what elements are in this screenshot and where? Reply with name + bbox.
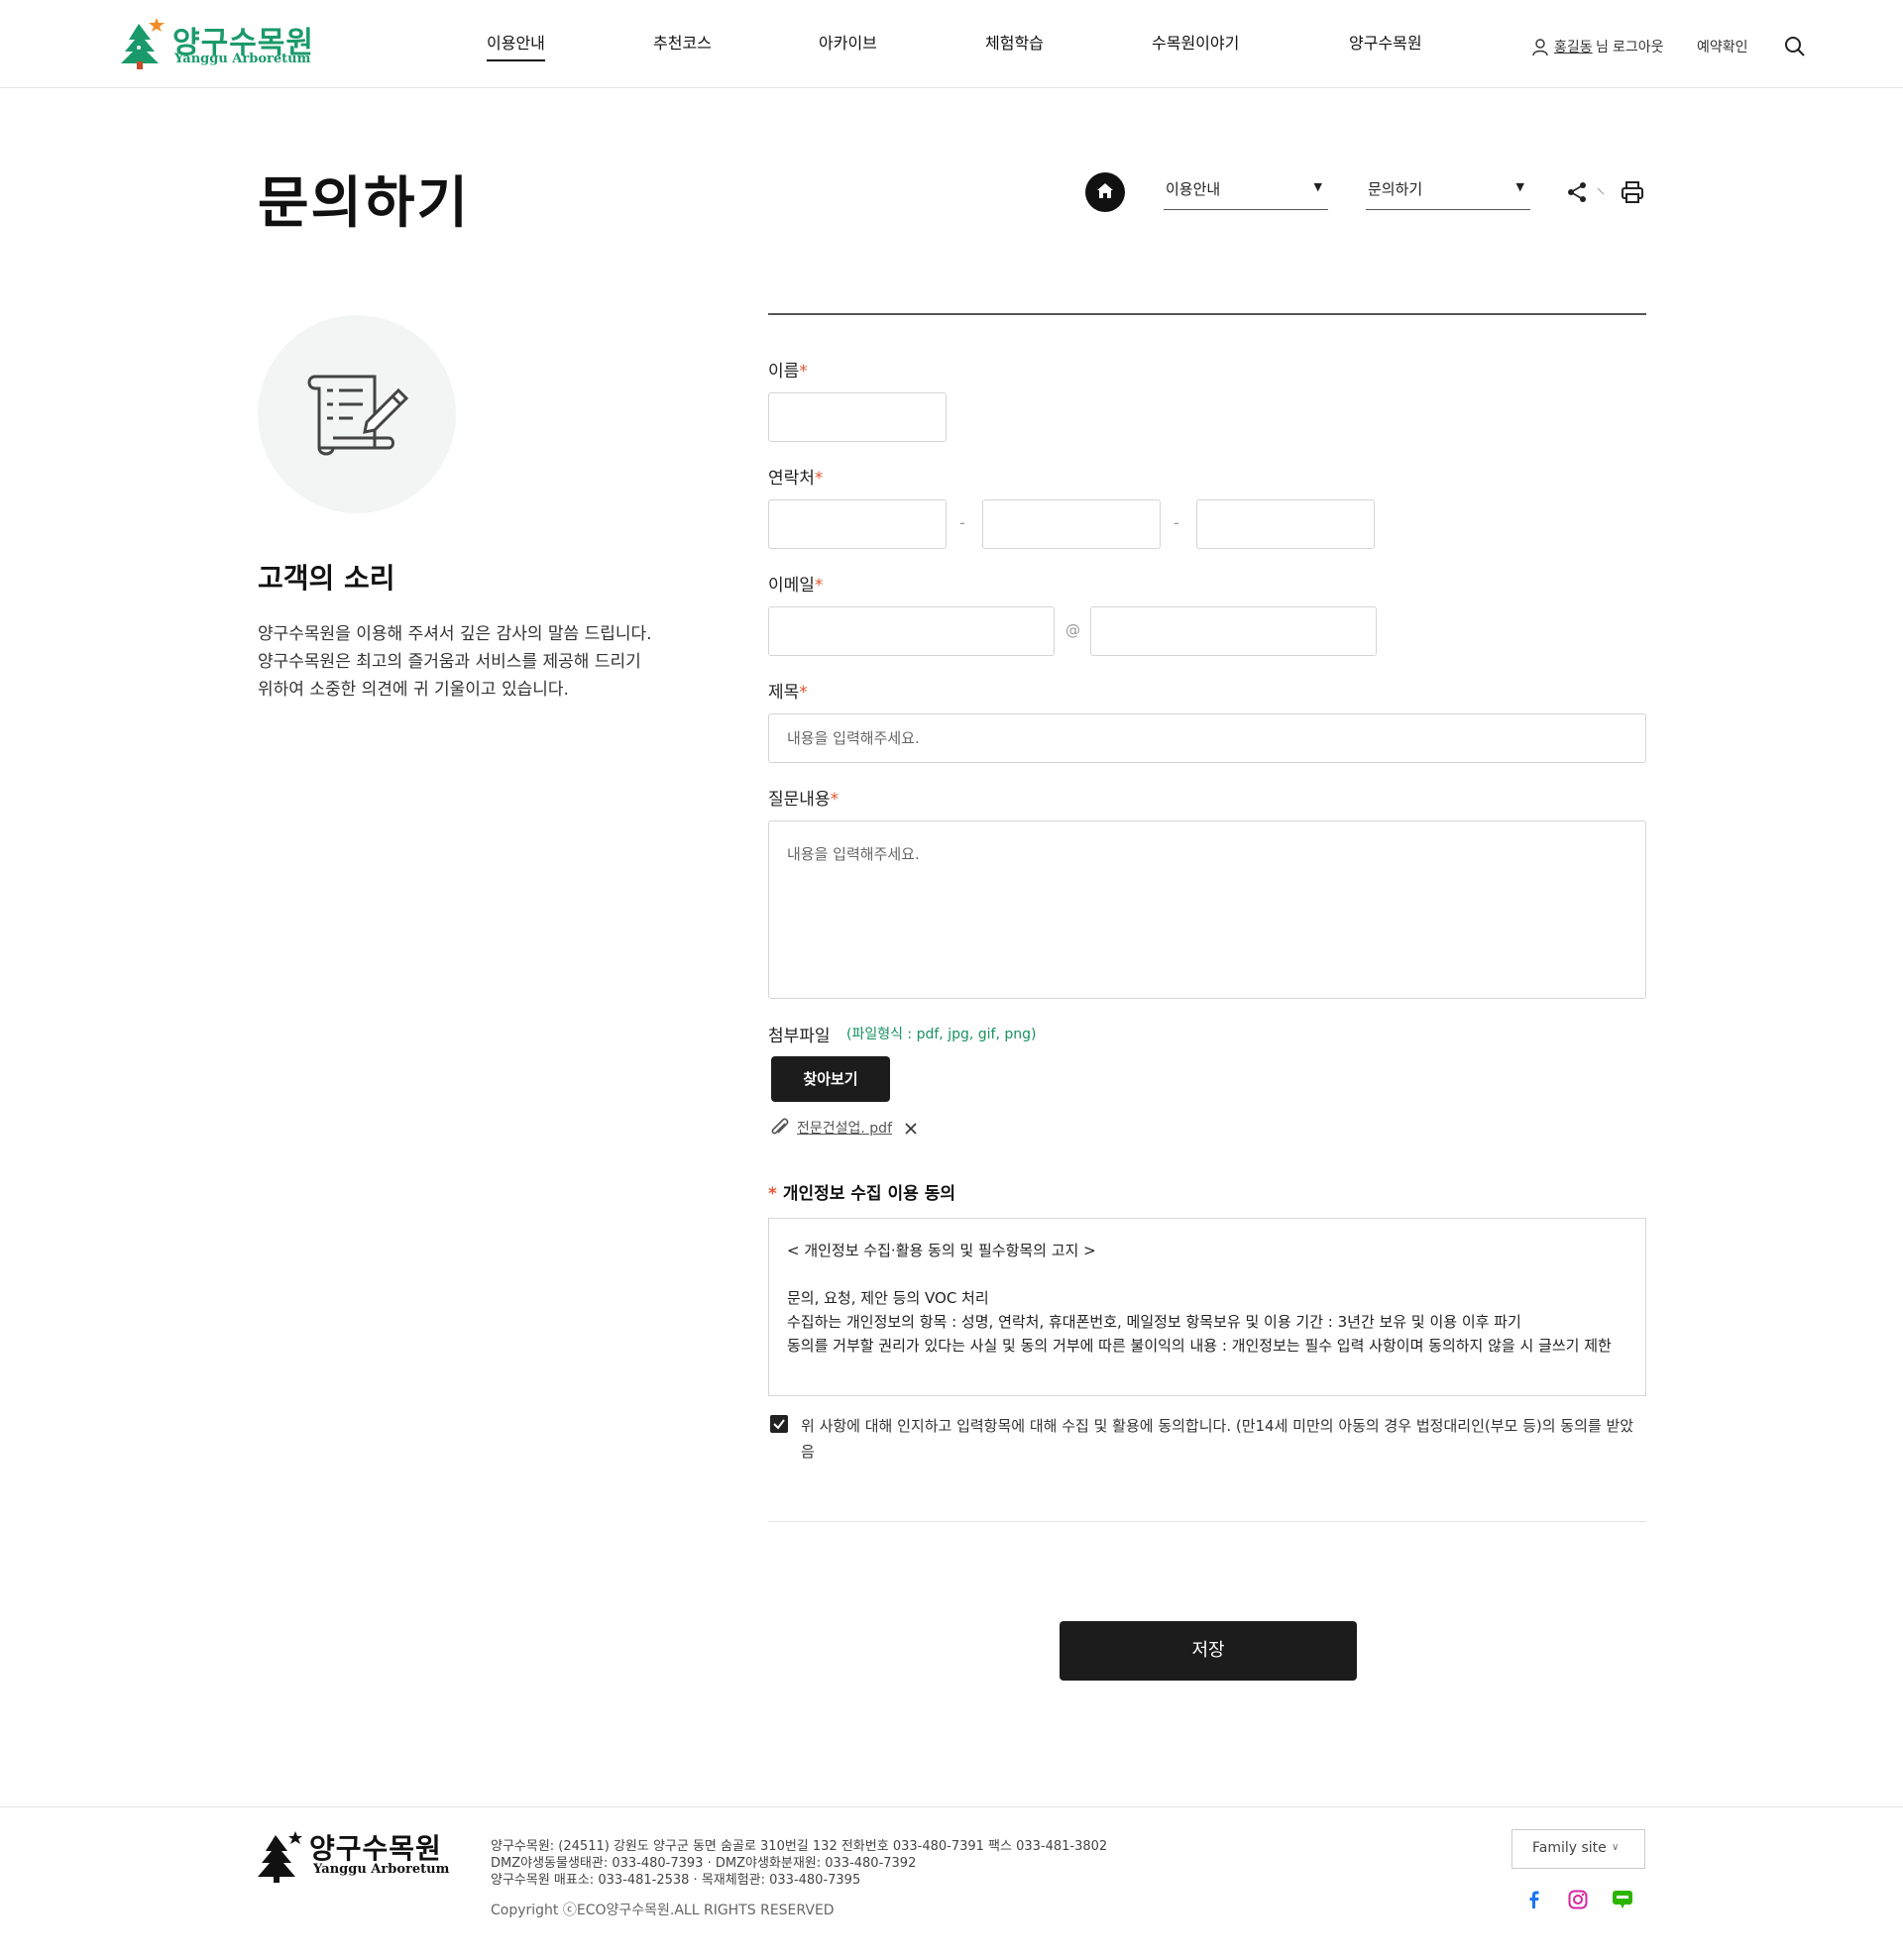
browse-button[interactable]: 찾아보기 (771, 1056, 890, 1102)
phone-input-3[interactable] (1196, 499, 1375, 549)
copyright: Copyright ⓒECO양구수목원.ALL RIGHTS RESERVED (491, 1903, 835, 1918)
family-site-label: Family site (1532, 1840, 1607, 1856)
paperclip-icon (771, 1118, 789, 1135)
facebook-icon[interactable] (1524, 1890, 1544, 1909)
email-id-input[interactable] (768, 606, 1055, 656)
page-title: 문의하기 (258, 171, 471, 236)
voice-desc-line: 위하여 소중한 의견에 귀 기울이고 있습니다. (258, 680, 569, 700)
user-icon (1532, 39, 1548, 56)
logout-link[interactable]: 로그아웃 (1613, 37, 1664, 56)
privacy-consent-title-text: 개인정보 수집 이용 동의 (782, 1184, 955, 1204)
agree-text: 위 사항에 대해 인지하고 입력항목에 대해 수집 및 활용에 동의합니다. (… (801, 1417, 1634, 1461)
attached-file-name[interactable]: 전문건설업. pdf (797, 1118, 892, 1138)
user-name[interactable]: 홍길동 (1554, 37, 1593, 56)
breadcrumb-depth2-label: 문의하기 (1368, 180, 1423, 198)
family-site-select[interactable]: Family site ∨ (1511, 1829, 1645, 1869)
voice-desc-line: 양구수목원은 최고의 즐거움과 서비스를 제공해 드리기 (258, 652, 641, 672)
search-icon[interactable] (1784, 36, 1806, 57)
privacy-line: 동의를 거부할 권리가 있다는 사실 및 동의 거부에 따른 불이익의 내용 :… (787, 1337, 1612, 1355)
breadcrumb-depth1-label: 이용안내 (1166, 180, 1221, 198)
breadcrumb-select-depth1[interactable]: 이용안내 ▼ (1164, 174, 1328, 210)
phone-input-1[interactable] (768, 499, 947, 549)
privacy-line: < 개인정보 수집·활용 동의 및 필수항목의 고지 > (787, 1242, 1096, 1259)
name-label: 이름* (768, 357, 808, 381)
privacy-line (787, 1262, 1627, 1286)
nav-item-guide[interactable]: 이용안내 (487, 30, 545, 61)
check-icon (773, 1419, 785, 1430)
subject-label-text: 제목 (768, 683, 800, 703)
phone-separator: - (959, 513, 965, 532)
email-label: 이메일* (768, 571, 823, 596)
reservation-check-link[interactable]: 예약확인 (1697, 37, 1748, 56)
footer-logo-english: Yanggu Arboretum (313, 1862, 450, 1877)
chevron-down-icon: ∨ (1612, 1842, 1620, 1853)
privacy-terms-box[interactable]: < 개인정보 수집·활용 동의 및 필수항목의 고지 > 문의, 요청, 제안 … (768, 1218, 1646, 1396)
home-icon (1097, 183, 1113, 198)
site-footer: 양구수목원 Yanggu Arboretum 양구수목원: (24511) 강원… (0, 1806, 1903, 1960)
required-mark: * (814, 576, 824, 596)
privacy-line: 수집하는 개인정보의 항목 : 성명, 연락처, 휴대폰번호, 메일정보 항목보… (787, 1313, 1521, 1331)
required-mark: * (830, 790, 840, 810)
nav-item-archive[interactable]: 아카이브 (819, 30, 877, 54)
name-input[interactable] (768, 392, 947, 442)
content-textarea[interactable]: 내용을 입력해주세요. (768, 820, 1646, 999)
phone-input-2[interactable] (982, 499, 1161, 549)
phone-separator: - (1174, 513, 1179, 532)
footer-address-line: 양구수목원 매표소: 033-481-2538 · 목재체험관: 033-480… (491, 1873, 861, 1888)
chevron-down-icon: ▼ (1313, 180, 1322, 193)
home-button[interactable] (1085, 172, 1125, 212)
privacy-line: 문의, 요청, 제안 등의 VOC 처리 (787, 1289, 989, 1307)
attach-label: 첨부파일 (768, 1027, 831, 1046)
voice-title: 고객의 소리 (258, 562, 395, 595)
content-label-text: 질문내용 (768, 790, 831, 810)
required-mark: * (814, 469, 824, 489)
nav-item-about[interactable]: 양구수목원 (1349, 30, 1422, 54)
nav-item-story[interactable]: 수목원이야기 (1152, 30, 1239, 54)
chevron-down-icon: ▼ (1515, 180, 1524, 193)
user-suffix: 님 (1596, 40, 1609, 55)
save-button[interactable]: 저장 (1060, 1621, 1357, 1681)
form-bottom-divider (768, 1521, 1646, 1522)
breadcrumb-select-depth2[interactable]: 문의하기 ▼ (1366, 174, 1530, 210)
blog-icon[interactable] (1612, 1890, 1633, 1909)
phone-label-text: 연락처 (768, 469, 815, 489)
print-icon[interactable] (1621, 180, 1644, 204)
content-label: 질문내용* (768, 785, 839, 810)
divider-tick-icon (1597, 187, 1605, 195)
footer-logo-korean: 양구수목원 (309, 1832, 442, 1865)
subject-input[interactable]: 내용을 입력해주세요. (768, 713, 1646, 763)
share-icon[interactable] (1566, 181, 1588, 203)
attach-file-type-hint: (파일형식 : pdf, jpg, gif, png) (846, 1027, 1037, 1042)
required-mark: * (799, 362, 808, 381)
nav-item-courses[interactable]: 추천코스 (653, 30, 712, 54)
site-logo[interactable]: 양구수목원 Yanggu Arboretum (117, 16, 325, 71)
instagram-icon[interactable] (1568, 1890, 1588, 1909)
footer-tree-logo-icon (258, 1831, 302, 1883)
remove-file-icon[interactable] (904, 1122, 918, 1136)
tree-logo-icon (121, 18, 165, 69)
form-top-border (768, 313, 1646, 315)
email-at-sign: @ (1065, 621, 1080, 639)
subject-label: 제목* (768, 678, 808, 703)
required-mark: * (768, 1184, 777, 1204)
scroll-document-icon (307, 375, 409, 456)
email-label-text: 이메일 (768, 576, 815, 596)
site-header: 양구수목원 Yanggu Arboretum 이용안내 추천코스 아카이브 체험… (0, 0, 1903, 88)
phone-label: 연락처* (768, 464, 823, 489)
name-label-text: 이름 (768, 362, 800, 381)
required-mark: * (799, 683, 808, 703)
privacy-consent-title: * 개인정보 수집 이용 동의 (768, 1179, 955, 1204)
logo-english-text: Yanggu Arboretum (174, 52, 311, 66)
voice-desc-line: 양구수목원을 이용해 주셔서 깊은 감사의 말씀 드립니다. (258, 624, 652, 644)
nav-item-experience[interactable]: 체험학습 (985, 30, 1044, 54)
agree-checkbox[interactable] (770, 1415, 788, 1433)
email-domain-input[interactable] (1090, 606, 1377, 656)
voice-icon-badge (258, 315, 456, 513)
